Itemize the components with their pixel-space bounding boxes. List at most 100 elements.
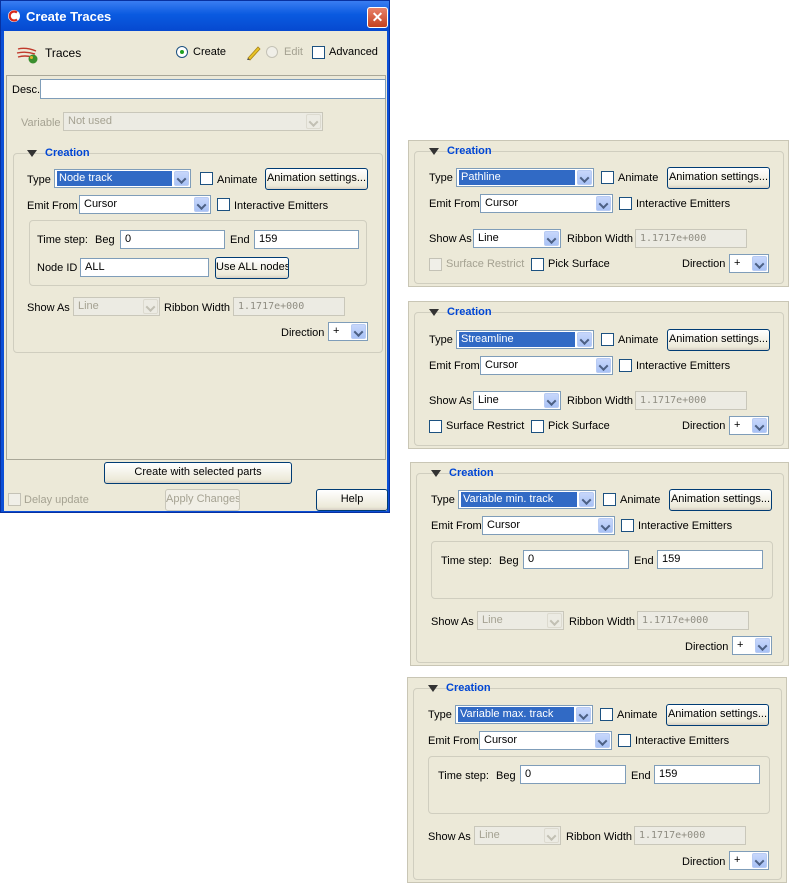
chevron-down-icon [547,613,562,628]
pick-surface-label: Pick Surface [548,258,610,270]
show-as-select[interactable]: Line [73,297,160,316]
ribbon-width-input[interactable]: 1.1717e+000 [233,297,345,316]
window-client-area: Traces Create Edit Advanced Desc. Variab… [4,31,388,511]
apply-changes-button[interactable]: Apply Changes [165,489,240,511]
traces-settings-panel: Desc. Variable Not used Creation Type No… [6,75,386,460]
interactive-emitters-label: Interactive Emitters [635,735,730,747]
collapse-triangle-icon[interactable] [27,150,37,157]
edit-mode-label: Edit [284,46,303,58]
type-select[interactable]: Variable max. track [455,705,593,724]
emit-from-select[interactable]: Cursor [479,731,612,750]
direction-label: Direction [281,327,325,339]
type-select[interactable]: Pathline [456,168,594,187]
interactive-emitters-checkbox[interactable] [618,734,631,747]
advanced-checkbox[interactable] [312,46,325,59]
show-as-select[interactable]: Line [473,391,561,410]
type-select[interactable]: Node track [54,169,191,188]
chevron-down-icon [577,332,592,347]
collapse-triangle-icon[interactable] [428,685,438,692]
pick-surface-checkbox[interactable] [531,420,544,433]
interactive-emitters-checkbox[interactable] [619,197,632,210]
desc-label: Desc. [12,84,41,96]
show-as-label: Show As [429,233,472,245]
direction-select[interactable]: + [328,322,368,341]
delay-update-label: Delay update [24,494,89,506]
direction-label: Direction [682,420,726,432]
desc-input[interactable] [40,79,386,99]
create-mode-label: Create [193,46,227,58]
chevron-down-icon [755,638,770,653]
emit-from-select[interactable]: Cursor [480,356,613,375]
interactive-emitters-checkbox[interactable] [621,519,634,532]
emit-from-select[interactable]: Cursor [79,195,211,214]
chevron-down-icon [544,828,559,843]
animate-checkbox[interactable] [601,333,614,346]
emit-from-select[interactable]: Cursor [482,516,615,535]
chevron-down-icon [174,171,189,186]
pick-surface-checkbox[interactable] [531,258,544,271]
ribbon-width-input[interactable]: 1.1717e+000 [634,826,746,845]
emit-from-label: Emit From [428,735,479,747]
collapse-triangle-icon[interactable] [429,309,439,316]
beg-label: Beg [496,770,516,782]
direction-select[interactable]: + [729,254,769,273]
collapse-triangle-icon[interactable] [431,470,441,477]
direction-label: Direction [685,641,729,653]
animate-checkbox[interactable] [601,171,614,184]
help-button[interactable]: Help [316,489,388,511]
ribbon-width-input[interactable]: 1.1717e+000 [635,391,747,410]
animate-checkbox[interactable] [603,493,616,506]
variable-select[interactable]: Not used [63,112,323,131]
animation-settings-button[interactable]: Animation settings... [669,489,772,511]
ribbon-width-input[interactable]: 1.1717e+000 [635,229,747,248]
direction-select[interactable]: + [729,416,769,435]
collapse-triangle-icon[interactable] [429,148,439,155]
variable-min-track-creation-panel: Creation Type Variable min. track Animat… [410,462,789,666]
end-input[interactable]: 159 [657,550,763,569]
beg-input[interactable]: 0 [520,765,626,784]
interactive-emitters-label: Interactive Emitters [636,198,731,210]
pencil-icon [247,46,261,61]
create-mode-radio[interactable] [176,46,188,58]
animate-checkbox[interactable] [600,708,613,721]
direction-select[interactable]: + [732,636,772,655]
emit-from-select[interactable]: Cursor [480,194,613,213]
animate-checkbox[interactable] [200,172,213,185]
end-label: End [631,770,651,782]
surface-restrict-checkbox[interactable] [429,420,442,433]
type-select[interactable]: Streamline [456,330,594,349]
beg-input[interactable]: 0 [523,550,629,569]
surface-restrict-checkbox[interactable] [429,258,442,271]
end-input[interactable]: 159 [254,230,359,249]
show-as-select[interactable]: Line [474,826,561,845]
close-button[interactable]: ✕ [367,7,388,28]
create-traces-window: Create Traces ✕ Traces Create Edit Advan… [0,0,390,513]
animation-settings-button[interactable]: Animation settings... [666,704,769,726]
edit-mode-radio[interactable] [266,46,278,58]
interactive-emitters-checkbox[interactable] [217,198,230,211]
show-as-select[interactable]: Line [473,229,561,248]
ribbon-width-input[interactable]: 1.1717e+000 [637,611,749,630]
beg-label: Beg [95,234,115,246]
chevron-down-icon [576,707,591,722]
end-input[interactable]: 159 [654,765,760,784]
direction-select[interactable]: + [729,851,769,870]
animation-settings-button[interactable]: Animation settings... [667,329,770,351]
node-id-input[interactable]: ALL [80,258,209,277]
use-all-nodes-button[interactable]: Use ALL nodes [215,257,289,279]
interactive-emitters-checkbox[interactable] [619,359,632,372]
chevron-down-icon [544,393,559,408]
create-with-selected-parts-button[interactable]: Create with selected parts [104,462,292,484]
pick-surface-label: Pick Surface [548,420,610,432]
animation-settings-button[interactable]: Animation settings... [667,167,770,189]
streamline-creation-panel: Creation Type Streamline Animate Animati… [408,301,789,449]
animation-settings-button[interactable]: Animation settings... [265,168,368,190]
delay-update-checkbox[interactable] [8,493,21,506]
type-select[interactable]: Variable min. track [458,490,596,509]
title-bar[interactable]: Create Traces ✕ [1,1,389,31]
creation-heading: Creation [447,145,492,157]
show-as-select[interactable]: Line [477,611,564,630]
chevron-down-icon [351,324,366,339]
chevron-down-icon [306,114,321,129]
beg-input[interactable]: 0 [120,230,225,249]
